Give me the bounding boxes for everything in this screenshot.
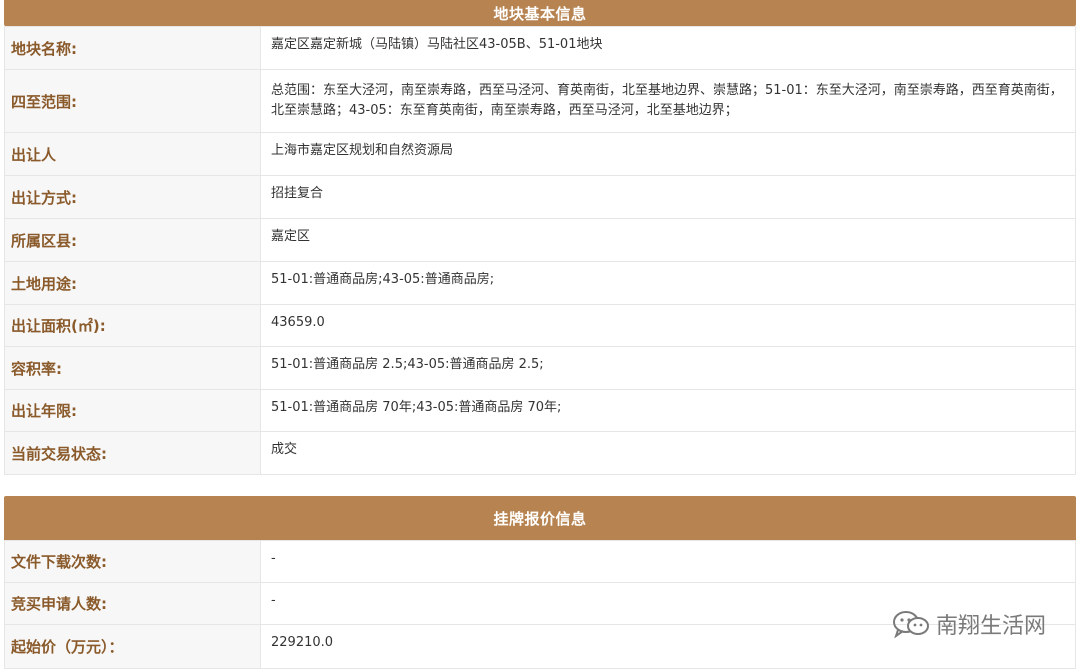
row-label-land-use: 土地用途: (4, 261, 261, 305)
row-value-term: 51-01:普通商品房 70年;43-05:普通商品房 70年; (260, 389, 1076, 432)
table-row: 土地用途: 51-01:普通商品房;43-05:普通商品房; (4, 261, 1076, 305)
row-label-term: 出让年限: (4, 389, 261, 432)
row-value-plot-ratio: 51-01:普通商品房 2.5;43-05:普通商品房 2.5; (260, 346, 1076, 390)
table-row: 容积率: 51-01:普通商品房 2.5;43-05:普通商品房 2.5; (4, 346, 1076, 390)
row-value-parcel-name: 嘉定区嘉定新城（马陆镇）马陆社区43-05B、51-01地块 (260, 26, 1076, 70)
row-value-land-use: 51-01:普通商品房;43-05:普通商品房; (260, 261, 1076, 305)
table-row: 出让年限: 51-01:普通商品房 70年;43-05:普通商品房 70年; (4, 389, 1076, 432)
row-label-area: 出让面积(㎡): (4, 304, 261, 347)
row-label-parcel-name: 地块名称: (4, 26, 261, 70)
row-value-downloads: - (260, 540, 1076, 583)
watermark: 南翔生活网 (892, 608, 1046, 640)
table-row: 出让面积(㎡): 43659.0 (4, 304, 1076, 347)
basic-info-panel: 地块基本信息 地块名称: 嘉定区嘉定新城（马陆镇）马陆社区43-05B、51-0… (4, 0, 1076, 475)
table-row: 出让人 上海市嘉定区规划和自然资源局 (4, 132, 1076, 176)
table-row: 四至范围: 总范围：东至大泾河，南至崇寿路，西至马泾河、育英南街，北至基地边界、… (4, 69, 1076, 133)
listing-info-panel: 挂牌报价信息 文件下载次数: - 竞买申请人数: - 起始价（万元）： 2292… (4, 496, 1076, 669)
table-row: 当前交易状态: 成交 (4, 431, 1076, 475)
row-label-status: 当前交易状态: (4, 431, 261, 475)
basic-info-header: 地块基本信息 (4, 0, 1076, 26)
table-row: 出让方式: 招挂复合 (4, 175, 1076, 219)
watermark-text: 南翔生活网 (935, 614, 1046, 639)
basic-info-table: 地块名称: 嘉定区嘉定新城（马陆镇）马陆社区43-05B、51-01地块 四至范… (4, 26, 1076, 475)
row-value-status: 成交 (260, 431, 1076, 475)
row-label-boundaries: 四至范围: (4, 69, 261, 133)
listing-info-table: 文件下载次数: - 竞买申请人数: - 起始价（万元）： 229210.0 (4, 540, 1076, 669)
wechat-icon (892, 611, 929, 638)
row-label-downloads: 文件下载次数: (4, 540, 261, 583)
row-label-transfer-method: 出让方式: (4, 175, 261, 219)
row-label-starting-price: 起始价（万元）： (4, 624, 261, 669)
row-label-district: 所属区县: (4, 218, 261, 262)
table-row: 所属区县: 嘉定区 (4, 218, 1076, 262)
row-value-grantor: 上海市嘉定区规划和自然资源局 (260, 132, 1076, 176)
row-value-transfer-method: 招挂复合 (260, 175, 1076, 219)
table-row: 地块名称: 嘉定区嘉定新城（马陆镇）马陆社区43-05B、51-01地块 (4, 26, 1076, 70)
listing-info-header: 挂牌报价信息 (4, 496, 1076, 540)
row-value-boundaries: 总范围：东至大泾河，南至崇寿路，西至马泾河、育英南街，北至基地边界、崇慧路；51… (260, 69, 1076, 133)
table-row: 文件下载次数: - (4, 540, 1076, 583)
row-label-plot-ratio: 容积率: (4, 346, 261, 390)
row-label-applicants: 竞买申请人数: (4, 582, 261, 625)
row-label-grantor: 出让人 (4, 132, 261, 176)
row-value-area: 43659.0 (260, 304, 1076, 347)
row-value-district: 嘉定区 (260, 218, 1076, 262)
